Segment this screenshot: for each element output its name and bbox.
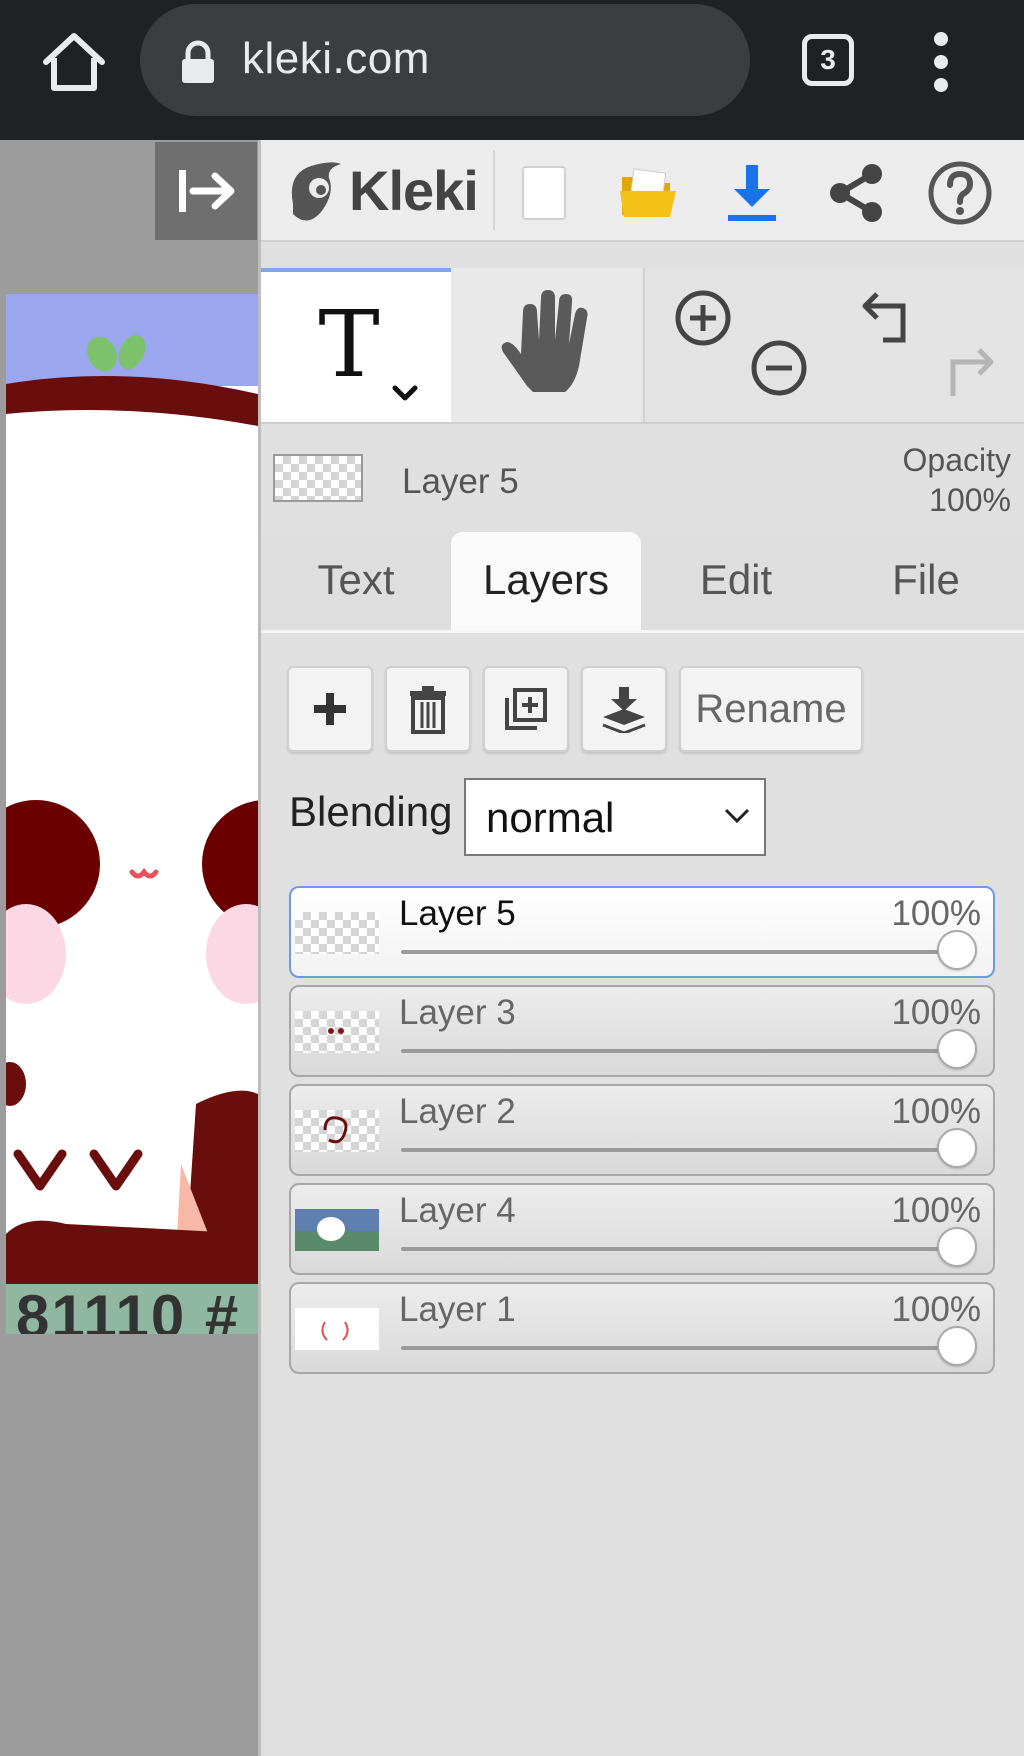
layer-name: Layer 3: [399, 993, 516, 1032]
opacity-slider-handle[interactable]: [937, 930, 977, 970]
new-image-icon: [522, 166, 566, 220]
kleki-logo-icon: [291, 162, 341, 221]
home-icon[interactable]: [38, 26, 110, 98]
new-image-button[interactable]: [509, 158, 579, 228]
zoom-out-icon[interactable]: [749, 338, 809, 398]
opacity-slider-track[interactable]: [401, 950, 971, 954]
layer-name: Layer 5: [399, 894, 516, 933]
drawing-canvas[interactable]: 81110 #: [6, 294, 258, 1334]
zoom-controls: [643, 268, 835, 422]
add-layer-button[interactable]: [287, 666, 373, 752]
layer-thumbnail: [295, 1110, 379, 1152]
layer-name: Layer 4: [399, 1191, 516, 1230]
layer-opacity: 100%: [891, 993, 981, 1032]
opacity-slider-track[interactable]: [401, 1247, 971, 1251]
layer-actions: Rename: [287, 666, 863, 752]
hand-tool-icon: [501, 290, 588, 392]
layer-opacity: 100%: [891, 1290, 981, 1329]
kleki-logo[interactable]: Kleki: [281, 154, 479, 226]
undo-icon[interactable]: [859, 288, 929, 348]
share-icon: [830, 164, 882, 222]
opacity-slider-handle[interactable]: [937, 1326, 977, 1366]
zoom-in-icon[interactable]: [673, 288, 733, 348]
layer-opacity: 100%: [891, 1092, 981, 1131]
opacity-slider-handle[interactable]: [937, 1029, 977, 1069]
layer-item-layer-2[interactable]: Layer 2 100%: [289, 1084, 995, 1176]
panel-tabs: Text Layers Edit File: [261, 532, 1024, 633]
app-toolbar: Kleki: [261, 140, 1024, 242]
layer-list: Layer 5 100% Layer 3 100% Layer 2 100% L…: [289, 886, 995, 1381]
blending-value: normal: [486, 794, 615, 841]
current-layer-opacity: Opacity 100%: [861, 440, 1011, 520]
tab-layers[interactable]: Layers: [451, 532, 641, 630]
drawing-canvas-area[interactable]: 81110 #: [0, 140, 258, 1756]
opacity-slider-handle[interactable]: [937, 1128, 977, 1168]
browser-toolbar: kleki.com 3: [0, 0, 1024, 140]
open-folder-icon: [620, 168, 676, 217]
blending-select[interactable]: normal: [464, 778, 766, 856]
layer-name: Layer 1: [399, 1290, 516, 1329]
tabs-icon[interactable]: 3: [802, 34, 854, 86]
blending-label: Blending: [289, 788, 453, 835]
layer-thumbnail: [295, 912, 379, 954]
merge-down-button[interactable]: [581, 666, 667, 752]
open-image-button[interactable]: [613, 158, 683, 228]
duplicate-layer-button[interactable]: [483, 666, 569, 752]
opacity-slider-handle[interactable]: [937, 1227, 977, 1267]
opacity-slider-track[interactable]: [401, 1049, 971, 1053]
current-layer-thumbnail: [273, 454, 363, 502]
layer-item-layer-4[interactable]: Layer 4 100%: [289, 1183, 995, 1275]
delete-layer-button[interactable]: [385, 666, 471, 752]
download-button[interactable]: [717, 158, 787, 228]
layer-item-layer-1[interactable]: Layer 1 100%: [289, 1282, 995, 1374]
add-layer-icon: [314, 693, 346, 725]
hand-tool-button[interactable]: [451, 268, 641, 422]
tab-text[interactable]: Text: [261, 532, 451, 630]
more-vert-icon[interactable]: [924, 30, 960, 94]
address-bar[interactable]: kleki.com: [140, 4, 750, 116]
tab-file[interactable]: File: [831, 532, 1021, 630]
text-tool-button[interactable]: T: [261, 268, 451, 422]
url-text: kleki.com: [242, 34, 430, 83]
opacity-label: Opacity: [902, 442, 1011, 478]
canvas-visible-text: 81110 #: [16, 1283, 241, 1334]
layer-opacity: 100%: [891, 894, 981, 933]
layer-name: Layer 2: [399, 1092, 516, 1131]
delete-layer-icon: [410, 686, 446, 734]
opacity-slider-track[interactable]: [401, 1346, 971, 1350]
help-icon: [928, 161, 992, 225]
download-icon: [728, 165, 776, 221]
layer-thumbnail: [295, 1308, 379, 1350]
layer-thumbnail: [295, 1209, 379, 1251]
layer-thumbnail: [295, 1011, 379, 1053]
redo-icon[interactable]: [929, 344, 999, 404]
share-button[interactable]: [821, 158, 891, 228]
app-logo-text: Kleki: [349, 158, 479, 222]
collapse-panel-icon: [179, 170, 235, 212]
layer-item-layer-3[interactable]: Layer 3 100%: [289, 985, 995, 1077]
current-layer-name: Layer 5: [402, 462, 519, 501]
help-button[interactable]: [925, 158, 995, 228]
merge-down-icon: [602, 687, 646, 733]
collapse-panel-button[interactable]: [155, 142, 257, 240]
tool-row: T: [261, 268, 1024, 424]
layer-item-layer-5[interactable]: Layer 5 100%: [289, 886, 995, 978]
opacity-slider-track[interactable]: [401, 1148, 971, 1152]
layer-opacity: 100%: [891, 1191, 981, 1230]
history-controls: [833, 268, 1023, 422]
text-tool-icon: T: [318, 291, 418, 401]
opacity-value: 100%: [929, 482, 1011, 518]
side-panel: Kleki T Layer 5 Opacity 100% Text Layers…: [258, 140, 1024, 1756]
duplicate-layer-icon: [505, 688, 547, 730]
tab-edit[interactable]: Edit: [641, 532, 831, 630]
rename-layer-button[interactable]: Rename: [679, 666, 863, 752]
lock-icon: [178, 40, 218, 84]
chevron-down-icon: [724, 808, 750, 824]
svg-text:T: T: [318, 291, 379, 398]
toolbar-divider: [493, 150, 495, 230]
